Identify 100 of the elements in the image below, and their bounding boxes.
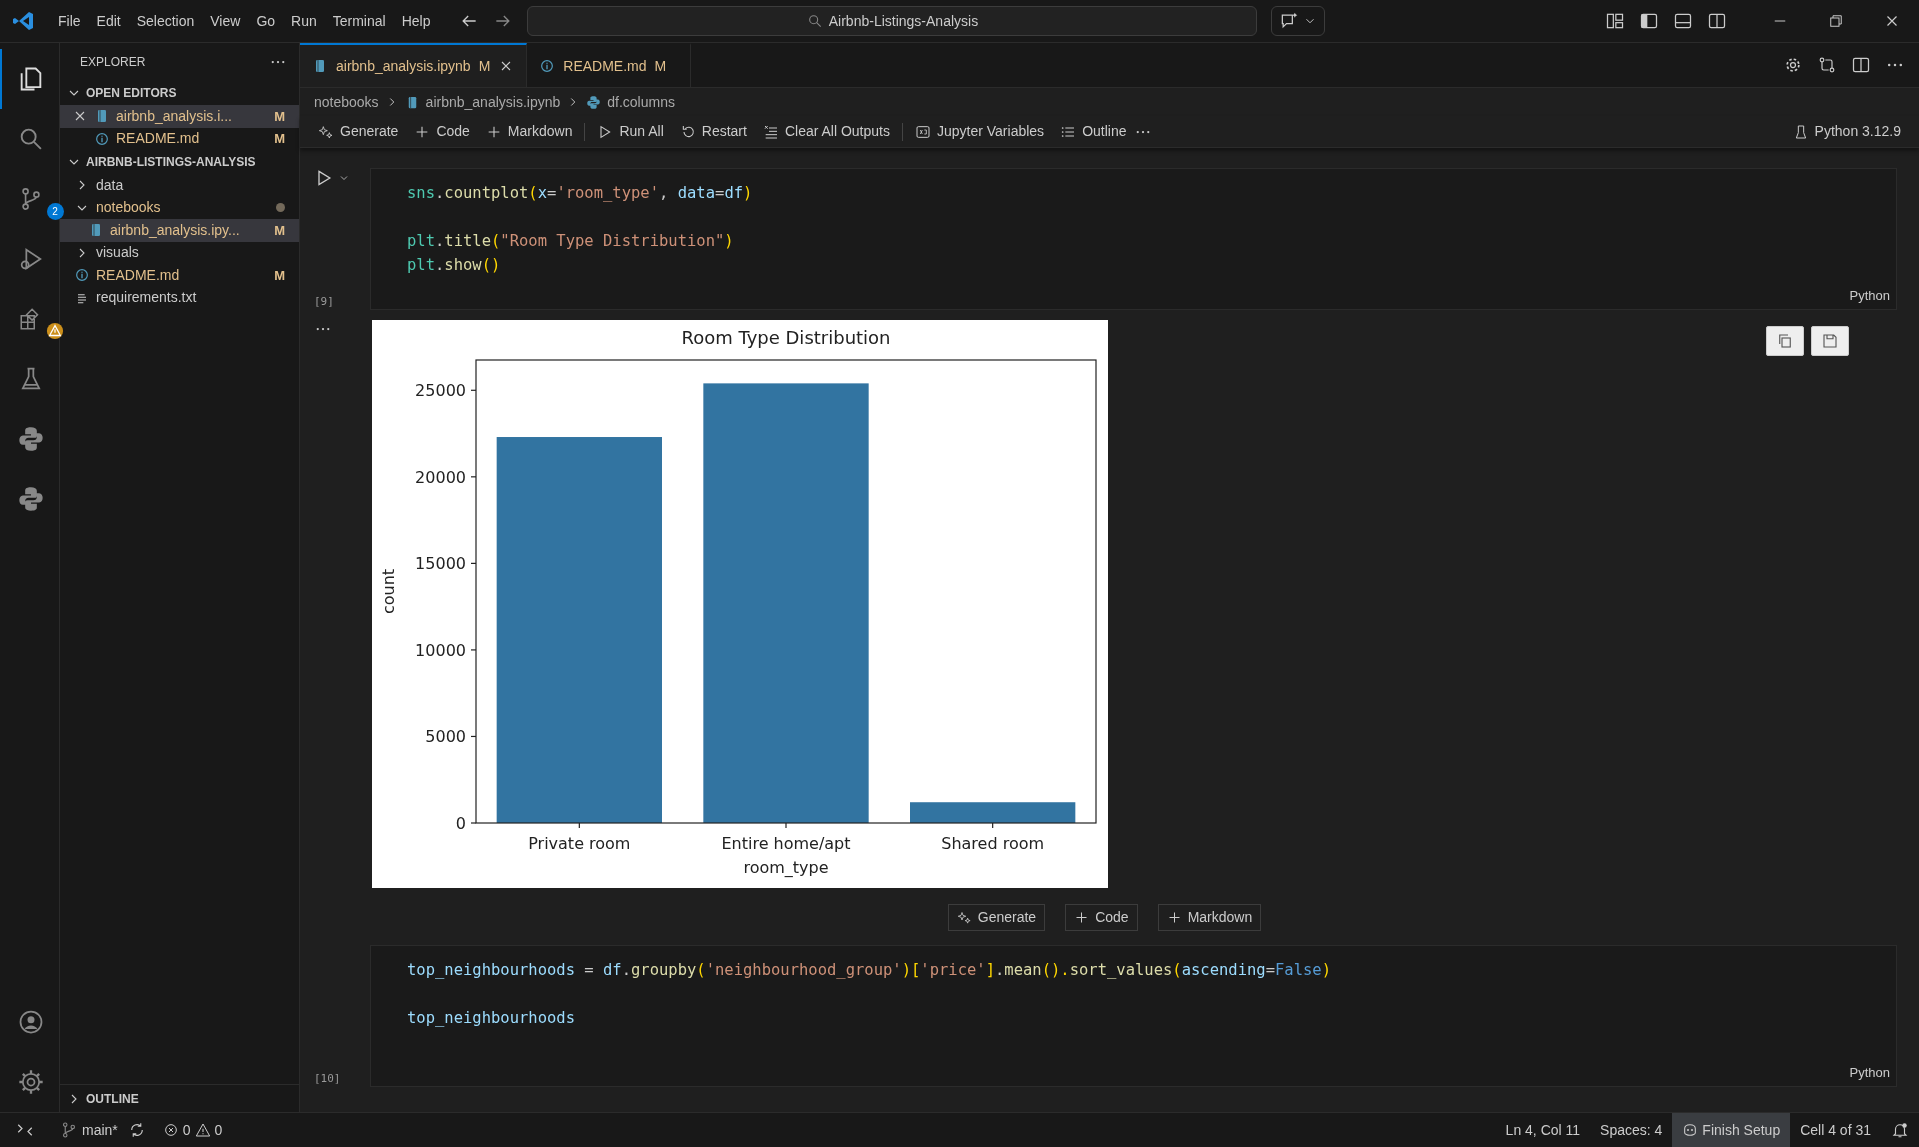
section-header[interactable]: OPEN EDITORS xyxy=(60,81,299,105)
info-icon xyxy=(74,267,90,284)
copy-icon xyxy=(1776,332,1794,350)
menu-item[interactable]: File xyxy=(50,8,89,34)
menu-item[interactable]: Edit xyxy=(88,8,129,34)
plus-icon xyxy=(1074,910,1090,925)
folder-tree-item[interactable]: data xyxy=(60,174,299,197)
toolbar-button[interactable]: Restart xyxy=(671,119,755,144)
cursor-position[interactable]: Ln 4, Col 11 xyxy=(1495,1113,1591,1147)
y-axis-label: count xyxy=(379,568,398,615)
layout-icon[interactable] xyxy=(1605,11,1625,31)
y-tick-label: 20000 xyxy=(415,467,466,487)
chart-title: Room Type Distribution xyxy=(681,327,891,348)
save-icon xyxy=(1821,332,1839,350)
bottom-panel-icon[interactable] xyxy=(1673,11,1693,31)
restore-icon[interactable] xyxy=(1827,12,1845,30)
tick-mark xyxy=(470,822,477,824)
tree-item[interactable]: README.md M xyxy=(60,127,299,150)
section-header[interactable]: AIRBNB-LISTINGS-ANALYSIS xyxy=(60,150,299,174)
x-axis-label: room_type xyxy=(743,858,829,877)
kernel-picker[interactable]: Python 3.12.9 xyxy=(1784,119,1909,144)
execution-count: [9] xyxy=(314,293,334,310)
y-tick-label: 0 xyxy=(455,814,466,833)
tick-mark xyxy=(470,562,477,564)
tick-mark xyxy=(578,822,580,829)
code-line: plt.show() xyxy=(407,255,501,276)
branch-button[interactable]: main* xyxy=(50,1113,128,1147)
tree-item[interactable]: airbnb_analysis.ipy... M xyxy=(60,219,299,242)
breadcrumb-item[interactable]: df.columns xyxy=(607,91,675,113)
tick-mark xyxy=(470,389,477,391)
snake-logo-icon[interactable] xyxy=(16,425,45,453)
left-panel-icon[interactable] xyxy=(1639,11,1659,31)
snake-logo-icon xyxy=(586,94,602,110)
split-editor-icon[interactable] xyxy=(1851,55,1871,75)
add-cell-button[interactable]: Markdown xyxy=(1157,904,1262,931)
tick-mark xyxy=(470,735,477,738)
toolbar-button[interactable]: Code xyxy=(406,119,478,144)
count-badge: 2 xyxy=(46,203,64,220)
add-cell-button[interactable]: Code xyxy=(1065,904,1138,931)
finish-setup-button[interactable]: Finish Setup xyxy=(1672,1113,1791,1147)
y-tick-label: 10000 xyxy=(415,640,466,660)
code-line: top_neighbourhoods xyxy=(407,1008,575,1029)
toolbar-button[interactable]: Run All xyxy=(589,119,672,144)
y-tick-label: 25000 xyxy=(415,381,466,401)
tree-item[interactable]: requirements.txt xyxy=(60,286,299,309)
code-line: plt.title("Room Type Distribution") xyxy=(407,231,734,252)
menu-item[interactable]: Terminal xyxy=(324,8,394,34)
info-icon xyxy=(539,58,556,74)
menu-item[interactable]: Go xyxy=(248,8,284,34)
execution-count: [10] xyxy=(314,1070,341,1087)
variables-icon xyxy=(915,123,931,140)
copy-button[interactable] xyxy=(1766,326,1804,356)
chat-button[interactable] xyxy=(1271,6,1325,36)
vscode-logo-icon xyxy=(12,9,36,33)
split-editor-icon[interactable] xyxy=(1707,11,1727,31)
indentation-setting[interactable]: Spaces: 4 xyxy=(1590,1113,1673,1147)
add-cell-button[interactable]: Generate xyxy=(947,904,1046,931)
warning-icon xyxy=(194,1122,211,1138)
menu-item[interactable]: Selection xyxy=(128,8,203,34)
x-tick-label: Shared room xyxy=(941,834,1045,853)
sidebar-title: EXPLORER xyxy=(80,54,146,71)
settings-icon[interactable] xyxy=(16,1068,45,1096)
toolbar-button[interactable]: Clear All Outputs xyxy=(754,119,898,144)
modified-label: M xyxy=(274,266,285,285)
toolbar-button[interactable]: Markdown xyxy=(477,119,581,144)
modified-label: M xyxy=(274,221,285,240)
sparkle-icon xyxy=(956,910,972,925)
bell-icon xyxy=(1891,1121,1909,1139)
tree-item[interactable]: airbnb_analysis.i... M xyxy=(60,105,299,128)
language-label[interactable]: Python xyxy=(1849,285,1890,305)
y-tick-label: 5000 xyxy=(425,727,466,747)
x-tick-label: Private room xyxy=(528,834,631,853)
breadcrumb-item[interactable]: airbnb_analysis.ipynb xyxy=(425,91,561,113)
snake-logo-icon[interactable] xyxy=(16,485,45,513)
menu-item[interactable]: Help xyxy=(393,8,439,34)
toolbar-button[interactable]: Outline xyxy=(1052,119,1135,144)
folder-tree-item[interactable]: visuals xyxy=(60,241,299,264)
x-tick-label: Entire home/apt xyxy=(721,834,851,853)
tick-mark xyxy=(785,822,787,829)
menu-item[interactable]: View xyxy=(202,8,249,34)
tick-mark xyxy=(470,476,477,478)
problems-button[interactable]: 0 0 xyxy=(152,1113,233,1147)
toolbar-button[interactable]: Jupyter Variables xyxy=(907,119,1053,144)
y-tick-label: 15000 xyxy=(415,554,466,574)
toolbar-button[interactable]: Generate xyxy=(310,119,407,144)
modified-label: M xyxy=(274,130,285,148)
menu-item[interactable]: Run xyxy=(283,8,325,34)
tick-mark xyxy=(992,822,994,829)
editor-tab[interactable]: airbnb_analysis.ipynb M xyxy=(300,43,528,87)
cell-indicator[interactable]: Cell 4 of 31 xyxy=(1790,1113,1881,1147)
command-center-search[interactable]: Airbnb-Listings-Analysis xyxy=(527,6,1258,36)
search-icon xyxy=(806,13,823,29)
modified-label: M xyxy=(274,107,285,126)
compare-changes-icon[interactable] xyxy=(1817,55,1837,75)
sparkle-icon xyxy=(318,123,334,140)
error-icon xyxy=(162,1122,179,1138)
breadcrumb-item[interactable]: notebooks xyxy=(314,91,379,113)
language-label[interactable]: Python xyxy=(1849,1062,1890,1082)
branch-icon xyxy=(60,1121,78,1139)
tree-item[interactable]: README.md M xyxy=(60,264,299,287)
